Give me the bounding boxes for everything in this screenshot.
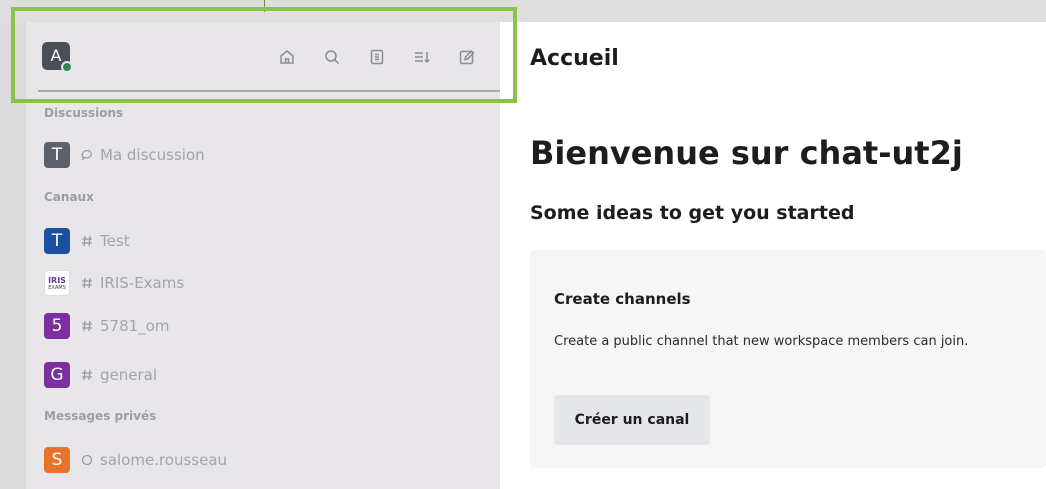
directory-icon xyxy=(370,49,384,65)
room-name: Test xyxy=(100,232,130,250)
channel-hash-icon xyxy=(80,234,94,248)
sidebar-header: A xyxy=(26,22,500,92)
channel-hash-icon xyxy=(80,319,94,333)
home-button[interactable] xyxy=(272,44,302,70)
sort-icon xyxy=(415,52,430,64)
section-label-canaux: Canaux xyxy=(44,190,94,204)
page-title: Accueil xyxy=(530,46,619,71)
sort-button[interactable] xyxy=(407,44,437,70)
search-icon xyxy=(325,50,340,65)
discussion-item-ma-discussion[interactable]: T Ma discussion xyxy=(44,141,484,169)
dm-item-salome-rousseau[interactable]: S salome.rousseau xyxy=(44,446,484,474)
compose-button[interactable] xyxy=(452,44,482,70)
section-label-messages-prives: Messages privés xyxy=(44,409,157,423)
room-name: salome.rousseau xyxy=(100,451,228,469)
channel-item-test[interactable]: T Test xyxy=(44,227,484,255)
channel-hash-icon xyxy=(80,276,94,290)
channel-item-iris-exams[interactable]: IRIS EXAMS IRIS-Exams xyxy=(44,269,484,297)
room-avatar: G xyxy=(44,362,70,388)
main-content: Accueil Bienvenue sur chat-ut2j Some ide… xyxy=(500,22,1046,489)
iris-exams-logo: IRIS EXAMS xyxy=(44,270,70,296)
search-button[interactable] xyxy=(317,44,347,70)
card-title: Create channels xyxy=(554,290,691,308)
room-name: IRIS-Exams xyxy=(100,274,185,292)
room-name: 5781_om xyxy=(100,317,170,335)
room-name: Ma discussion xyxy=(100,146,205,164)
channel-item-general[interactable]: G general xyxy=(44,361,484,389)
room-name: general xyxy=(100,366,158,384)
room-avatar: T xyxy=(44,142,70,168)
compose-icon xyxy=(459,49,475,65)
sidebar-toolbar xyxy=(272,44,497,70)
room-avatar: S xyxy=(44,447,70,473)
channel-hash-icon xyxy=(80,368,94,382)
directory-button[interactable] xyxy=(362,44,392,70)
home-icon xyxy=(280,50,294,64)
ideas-heading: Some ideas to get you started xyxy=(530,202,855,224)
channel-item-5781-om[interactable]: 5 5781_om xyxy=(44,312,484,340)
header-divider xyxy=(38,90,500,92)
welcome-heading: Bienvenue sur chat-ut2j xyxy=(530,134,963,172)
logo-text-bottom: EXAMS xyxy=(48,284,66,291)
online-status-indicator xyxy=(61,61,73,73)
section-label-discussions: Discussions xyxy=(44,106,124,120)
top-strip xyxy=(0,0,1046,22)
sidebar: A Discussions T Ma discussion Canaux T T… xyxy=(26,22,500,489)
room-avatar: 5 xyxy=(44,313,70,339)
top-divider-line xyxy=(264,0,265,12)
app-window: A Discussions T Ma discussion Canaux T T… xyxy=(0,0,1046,489)
create-channel-button[interactable]: Créer un canal xyxy=(554,395,710,445)
logo-text-top: IRIS xyxy=(48,275,66,285)
offline-status-icon xyxy=(80,453,94,467)
create-channels-card: Create channels Create a public channel … xyxy=(530,250,1046,468)
room-avatar: T xyxy=(44,228,70,254)
discussion-icon xyxy=(80,148,94,162)
card-description: Create a public channel that new workspa… xyxy=(554,334,969,349)
